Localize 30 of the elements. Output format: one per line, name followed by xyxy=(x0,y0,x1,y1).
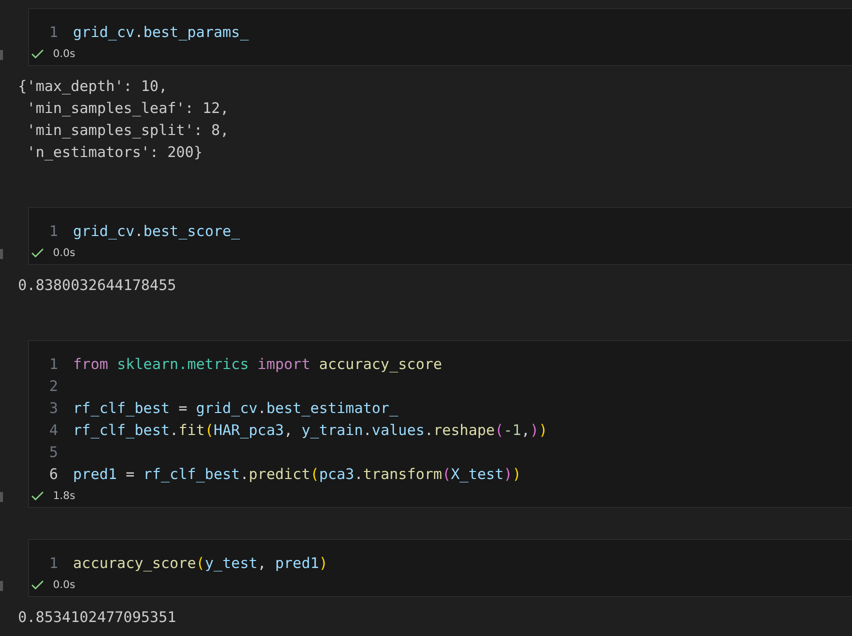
code-line: from sklearn.metrics import accuracy_score xyxy=(73,356,442,372)
code-line: rf_clf_best.fit(HAR_pca3, y_train.values.reshape(-1,)) xyxy=(73,422,548,438)
output-line: 'n_estimators': 200} xyxy=(26,143,204,163)
code-line: grid_cv.best_score_ xyxy=(73,222,240,240)
execution-time: 1.8s xyxy=(53,490,76,502)
line-number: 6 xyxy=(48,466,58,482)
code-line: rf_clf_best = grid_cv.best_estimator_ xyxy=(73,400,398,416)
line-number: 2 xyxy=(48,378,58,394)
output-line: 'min_samples_leaf': 12, xyxy=(26,99,230,119)
code-cell[interactable]: 1 accuracy_score(y_test, pred1) 0.0s xyxy=(28,539,852,597)
output-line: 'min_samples_split': 8, xyxy=(26,121,230,141)
code-line: accuracy_score(y_test, pred1) xyxy=(73,554,328,572)
line-number: 1 xyxy=(48,24,58,40)
line-number: 3 xyxy=(48,400,58,416)
line-number: 1 xyxy=(48,356,58,372)
output-line: 0.8380032644178455 xyxy=(18,276,178,296)
execution-time: 0.0s xyxy=(53,247,76,259)
code-line: grid_cv.best_params_ xyxy=(73,24,249,40)
code-cell[interactable]: 1 grid_cv.best_score_ 0.0s xyxy=(28,207,852,265)
line-number: 1 xyxy=(48,554,58,572)
output-line: {'max_depth': 10, xyxy=(18,77,168,97)
code-cell[interactable] xyxy=(28,340,852,508)
code-cell[interactable]: 1 grid_cv.best_params_ 0.0s xyxy=(28,8,852,66)
line-number: 1 xyxy=(48,222,58,240)
execution-time: 0.0s xyxy=(53,579,76,591)
line-number: 5 xyxy=(48,444,58,460)
code-line: pred1 = rf_clf_best.predict(pca3.transform(X_test)) xyxy=(73,466,522,482)
execution-time: 0.0s xyxy=(53,48,76,60)
line-number: 4 xyxy=(48,422,58,438)
output-line: 0.8534102477095351 xyxy=(18,608,178,628)
